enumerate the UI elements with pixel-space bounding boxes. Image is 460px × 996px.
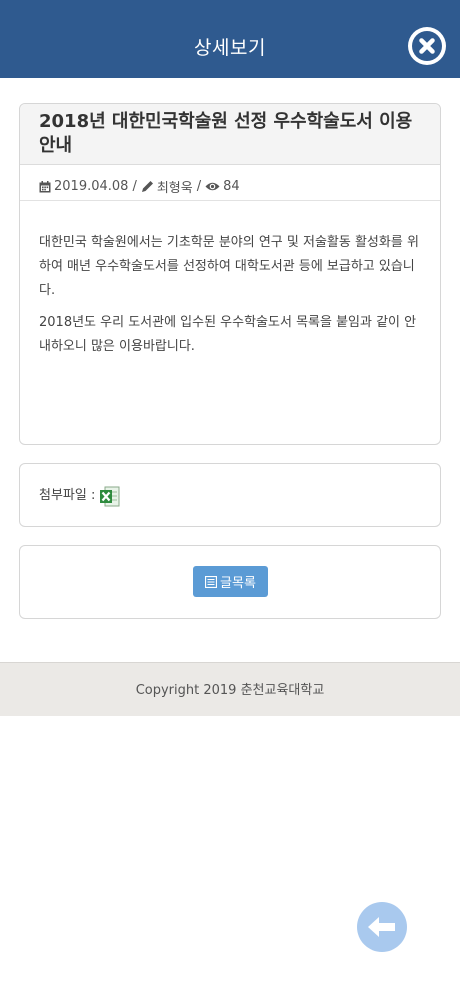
eye-icon bbox=[205, 182, 220, 191]
article-views: 84 bbox=[223, 179, 240, 194]
back-button[interactable] bbox=[357, 902, 407, 952]
close-button[interactable] bbox=[408, 27, 446, 65]
attachment-label: 첨부파일 : bbox=[39, 488, 96, 503]
meta-separator: / bbox=[196, 179, 202, 194]
article-body: 대한민국 학술원에서는 기초학문 분야의 연구 및 저술활동 활성화를 위하여 … bbox=[20, 201, 440, 359]
article-date: 2019.04.08 bbox=[54, 179, 129, 194]
article-paragraph: 대한민국 학술원에서는 기초학문 분야의 연구 및 저술활동 활성화를 위하여 … bbox=[39, 235, 419, 298]
button-panel: 글목록 bbox=[19, 545, 441, 619]
excel-file-icon[interactable] bbox=[99, 486, 120, 507]
calendar-icon bbox=[39, 180, 51, 192]
footer: Copyright 2019 춘천교육대학교 bbox=[0, 662, 460, 716]
copyright-text: Copyright 2019 춘천교육대학교 bbox=[135, 683, 325, 698]
list-button[interactable]: 글목록 bbox=[193, 566, 268, 597]
article-author: 최형욱 bbox=[156, 181, 193, 196]
attachment-panel: 첨부파일 : bbox=[19, 463, 441, 527]
top-bar: 상세보기 bbox=[0, 0, 460, 78]
article-panel: 2018년 대한민국학술원 선정 우수학술도서 이용안내 2019.04.08 … bbox=[19, 103, 441, 445]
article-header: 2018년 대한민국학술원 선정 우수학술도서 이용안내 bbox=[20, 104, 440, 165]
article-title: 2018년 대한민국학술원 선정 우수학술도서 이용안내 bbox=[39, 111, 413, 156]
close-x-icon bbox=[419, 38, 435, 54]
meta-separator: / bbox=[132, 179, 137, 194]
list-button-label: 글목록 bbox=[220, 576, 256, 591]
article-paragraph: 2018년도 우리 도서관에 입수된 우수학술도서 목록을 붙임과 같이 안내하… bbox=[39, 315, 417, 354]
arrow-left-icon bbox=[368, 917, 395, 937]
page-title: 상세보기 bbox=[194, 37, 266, 59]
article-meta: 2019.04.08 / 최형욱 / 84 bbox=[20, 165, 440, 201]
list-icon bbox=[205, 575, 218, 588]
pencil-icon bbox=[141, 181, 153, 192]
